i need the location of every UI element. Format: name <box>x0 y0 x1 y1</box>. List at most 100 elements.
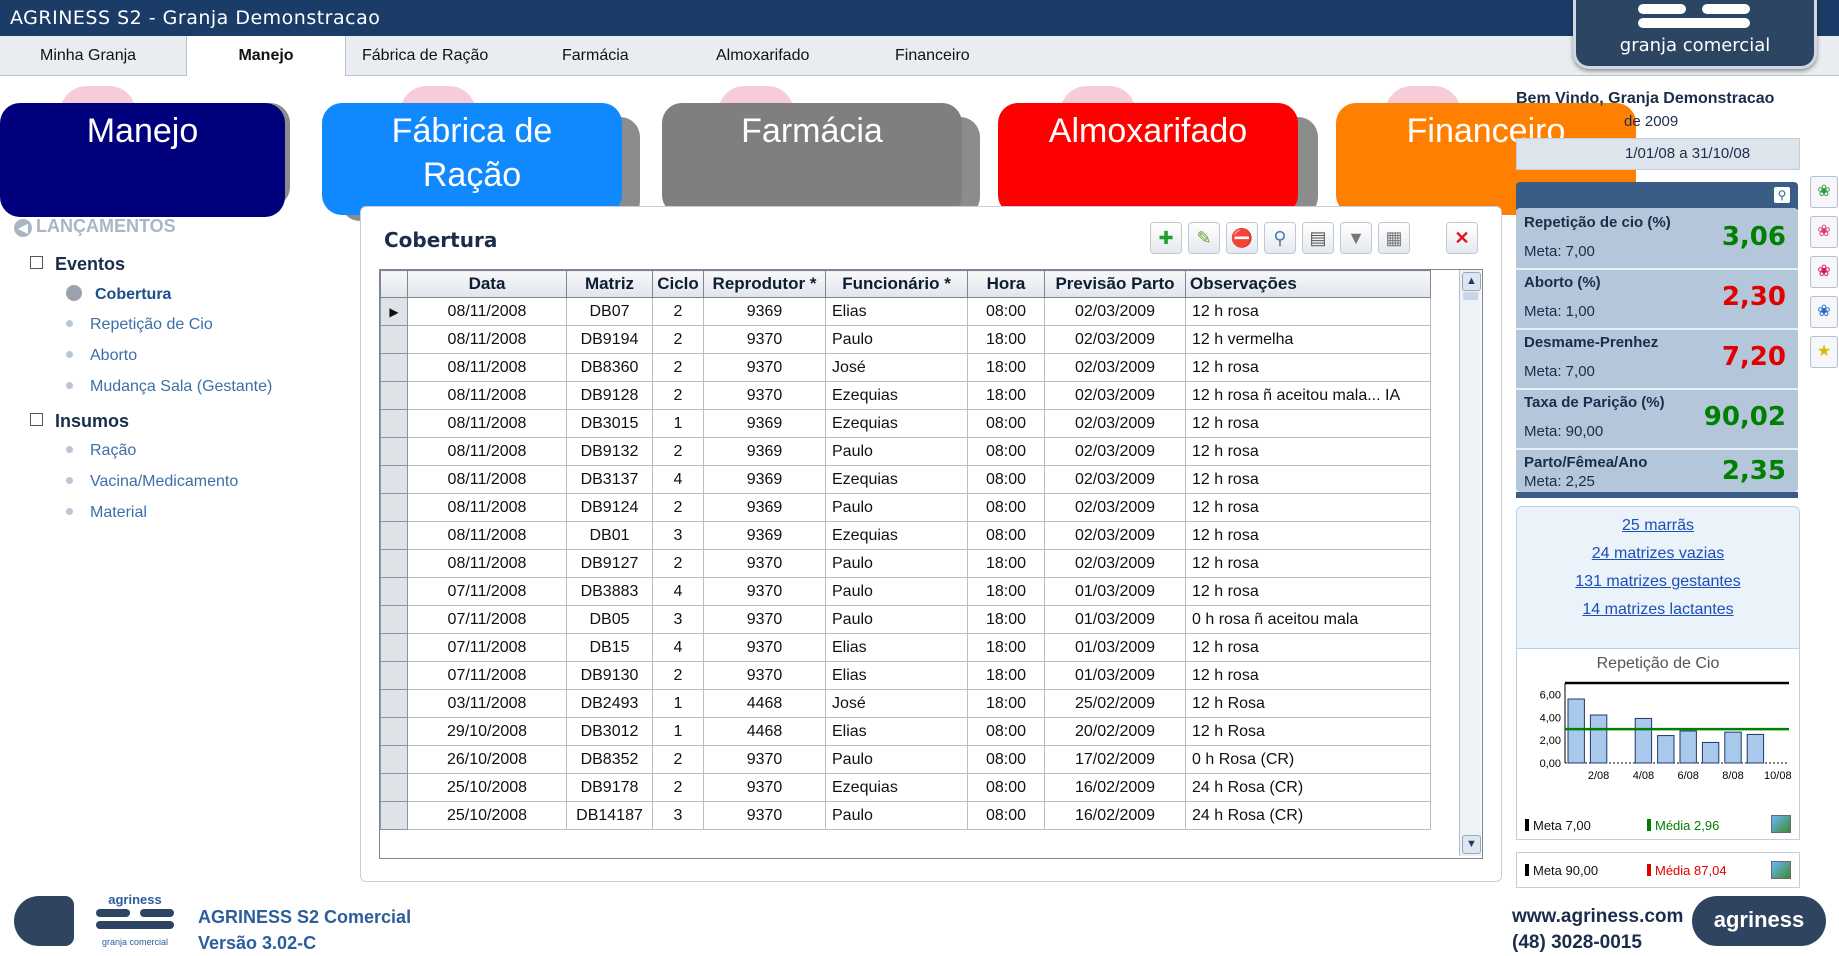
grid-cell[interactable]: 2 <box>652 353 704 382</box>
grid-cell[interactable]: DB8352 <box>566 745 653 774</box>
grid-cell[interactable]: 07/11/2008 <box>407 633 567 662</box>
grid-cell[interactable]: Ezequias <box>825 521 968 550</box>
grid-cell[interactable]: Elias <box>825 297 968 326</box>
grid-cell[interactable]: 08/11/2008 <box>407 297 567 326</box>
grid-cell[interactable]: 18:00 <box>967 633 1045 662</box>
grid-cell[interactable]: 02/03/2009 <box>1044 521 1186 550</box>
grid-cell[interactable]: 08:00 <box>967 801 1045 830</box>
row-header[interactable] <box>380 745 408 774</box>
tree-item-racao[interactable]: Ração <box>66 442 136 460</box>
tree-item-mudanca-sala[interactable]: Mudança Sala (Gestante) <box>66 378 272 396</box>
grid-cell[interactable]: José <box>825 353 968 382</box>
grid-cell[interactable]: 3 <box>652 801 704 830</box>
grid-cell[interactable]: 2 <box>652 437 704 466</box>
grid-cell[interactable]: 02/03/2009 <box>1044 465 1186 494</box>
grid-cell[interactable]: 9369 <box>703 437 826 466</box>
grid-cell[interactable]: 16/02/2009 <box>1044 801 1186 830</box>
grid-cell[interactable]: 25/10/2008 <box>407 773 567 802</box>
chart-expand-icon[interactable] <box>1771 861 1791 879</box>
table-row[interactable]: ▶ 08/11/2008 DB07 2 9369 Elias 08:00 02/03/2009… <box>380 297 1431 326</box>
grid-cell[interactable]: 18:00 <box>967 353 1045 382</box>
grid-cell[interactable]: DB2493 <box>566 689 653 718</box>
tree-group-insumos[interactable]: Insumos <box>30 411 129 432</box>
grid-cell[interactable]: 4 <box>652 577 704 606</box>
row-header[interactable] <box>380 465 408 494</box>
table-row[interactable]: 08/11/2008 DB3015 1 9369 Ezequias 08:00 02/03/… <box>380 409 1431 438</box>
grid-cell[interactable]: Ezequias <box>825 465 968 494</box>
grid-cell[interactable]: 9370 <box>703 325 826 354</box>
grid-cell[interactable]: 12 h rosa <box>1185 633 1431 662</box>
grid-cell[interactable]: 9370 <box>703 745 826 774</box>
grid-cell[interactable]: DB9132 <box>566 437 653 466</box>
grid-cell[interactable]: Ezequias <box>825 409 968 438</box>
grid-cell[interactable]: 08:00 <box>967 465 1045 494</box>
grid-cell[interactable]: 18:00 <box>967 381 1045 410</box>
pig-red-icon[interactable]: ❀ <box>1810 256 1838 288</box>
grid-cell[interactable]: Ezequias <box>825 381 968 410</box>
module-fabrica-racao-button[interactable]: Fábrica de Ração <box>322 103 622 215</box>
table-row[interactable]: 07/11/2008 DB15 4 9370 Elias 18:00 01/03/2009 1… <box>380 633 1431 662</box>
table-row[interactable]: 26/10/2008 DB8352 2 9370 Paulo 08:00 17/02/200… <box>380 745 1431 774</box>
chart-expand-icon[interactable] <box>1771 815 1791 833</box>
col-matriz[interactable]: Matriz <box>566 270 653 298</box>
grid-cell[interactable]: 18:00 <box>967 549 1045 578</box>
star-icon[interactable]: ★ <box>1810 336 1838 368</box>
grid-cell[interactable]: 4 <box>652 633 704 662</box>
grid-cell[interactable]: 0 h Rosa (CR) <box>1185 745 1431 774</box>
table-row[interactable]: 08/11/2008 DB3137 4 9369 Ezequias 08:00 02/03/… <box>380 465 1431 494</box>
grid-cell[interactable]: 25/02/2009 <box>1044 689 1186 718</box>
grid-cell[interactable]: 12 h rosa ñ aceitou mala... IA <box>1185 381 1431 410</box>
grid-cell[interactable]: 3 <box>652 605 704 634</box>
grid-cell[interactable]: 1 <box>652 689 704 718</box>
grid-cell[interactable]: 02/03/2009 <box>1044 297 1186 326</box>
grid-cell[interactable]: DB15 <box>566 633 653 662</box>
row-header[interactable] <box>380 325 408 354</box>
grid-cell[interactable]: Elias <box>825 717 968 746</box>
grid-cell[interactable]: 9369 <box>703 297 826 326</box>
grid-cell[interactable]: 08:00 <box>967 297 1045 326</box>
grid-cell[interactable]: 9370 <box>703 549 826 578</box>
grid-cell[interactable]: 9370 <box>703 773 826 802</box>
grid-cell[interactable]: 08/11/2008 <box>407 409 567 438</box>
grid-cell[interactable]: Paulo <box>825 801 968 830</box>
vertical-scrollbar[interactable]: ▲ ▼ <box>1459 270 1481 856</box>
grid-cell[interactable]: DB3015 <box>566 409 653 438</box>
col-funcionario[interactable]: Funcionário * <box>825 270 968 298</box>
kpi-parto-femea-ano[interactable]: Parto/Fêmea/Ano Meta: 2,25 2,35 <box>1516 448 1798 498</box>
grid-cell[interactable]: 02/03/2009 <box>1044 353 1186 382</box>
grid-cell[interactable]: 12 h rosa <box>1185 549 1431 578</box>
table-row[interactable]: 07/11/2008 DB3883 4 9370 Paulo 18:00 01/03/200… <box>380 577 1431 606</box>
pig-pink-icon[interactable]: ❀ <box>1810 216 1838 248</box>
table-row[interactable]: 08/11/2008 DB9194 2 9370 Paulo 18:00 02/03/200… <box>380 325 1431 354</box>
grid-cell[interactable]: DB14187 <box>566 801 653 830</box>
grid-cell[interactable]: 9369 <box>703 521 826 550</box>
grid-cell[interactable]: Paulo <box>825 549 968 578</box>
grid-cell[interactable]: 03/11/2008 <box>407 689 567 718</box>
tree-item-repeticao-cio[interactable]: Repetição de Cio <box>66 316 213 334</box>
grid-cell[interactable]: 08/11/2008 <box>407 521 567 550</box>
grid-cell[interactable]: 2 <box>652 745 704 774</box>
grid-cell[interactable]: 29/10/2008 <box>407 717 567 746</box>
grid-cell[interactable]: 4468 <box>703 689 826 718</box>
row-header[interactable] <box>380 493 408 522</box>
table-row[interactable]: 08/11/2008 DB01 3 9369 Ezequias 08:00 02/03/20… <box>380 521 1431 550</box>
row-header[interactable] <box>380 409 408 438</box>
grid-cell[interactable]: Elias <box>825 633 968 662</box>
grid-cell[interactable]: 18:00 <box>967 325 1045 354</box>
col-data[interactable]: Data <box>407 270 567 298</box>
row-header[interactable] <box>380 353 408 382</box>
menu-minha-granja[interactable]: Minha Granja <box>40 36 150 75</box>
link-marras[interactable]: 25 marrãs <box>1517 517 1799 535</box>
table-row[interactable]: 25/10/2008 DB14187 3 9370 Paulo 08:00 16/02/20… <box>380 801 1431 830</box>
link-matrizes-gestantes[interactable]: 131 matrizes gestantes <box>1517 573 1799 591</box>
row-header[interactable] <box>380 661 408 690</box>
magnify-icon[interactable]: ⚲ <box>1774 187 1790 203</box>
grid-cell[interactable]: 02/03/2009 <box>1044 493 1186 522</box>
grid-cell[interactable]: 18:00 <box>967 689 1045 718</box>
grid-cell[interactable]: 02/03/2009 <box>1044 381 1186 410</box>
grid-cell[interactable]: 08/11/2008 <box>407 493 567 522</box>
menu-almoxarifado[interactable]: Almoxarifado <box>716 36 836 75</box>
grid-cell[interactable]: 2 <box>652 549 704 578</box>
grid-cell[interactable]: 12 h rosa <box>1185 353 1431 382</box>
grid-cell[interactable]: 12 h rosa <box>1185 465 1431 494</box>
